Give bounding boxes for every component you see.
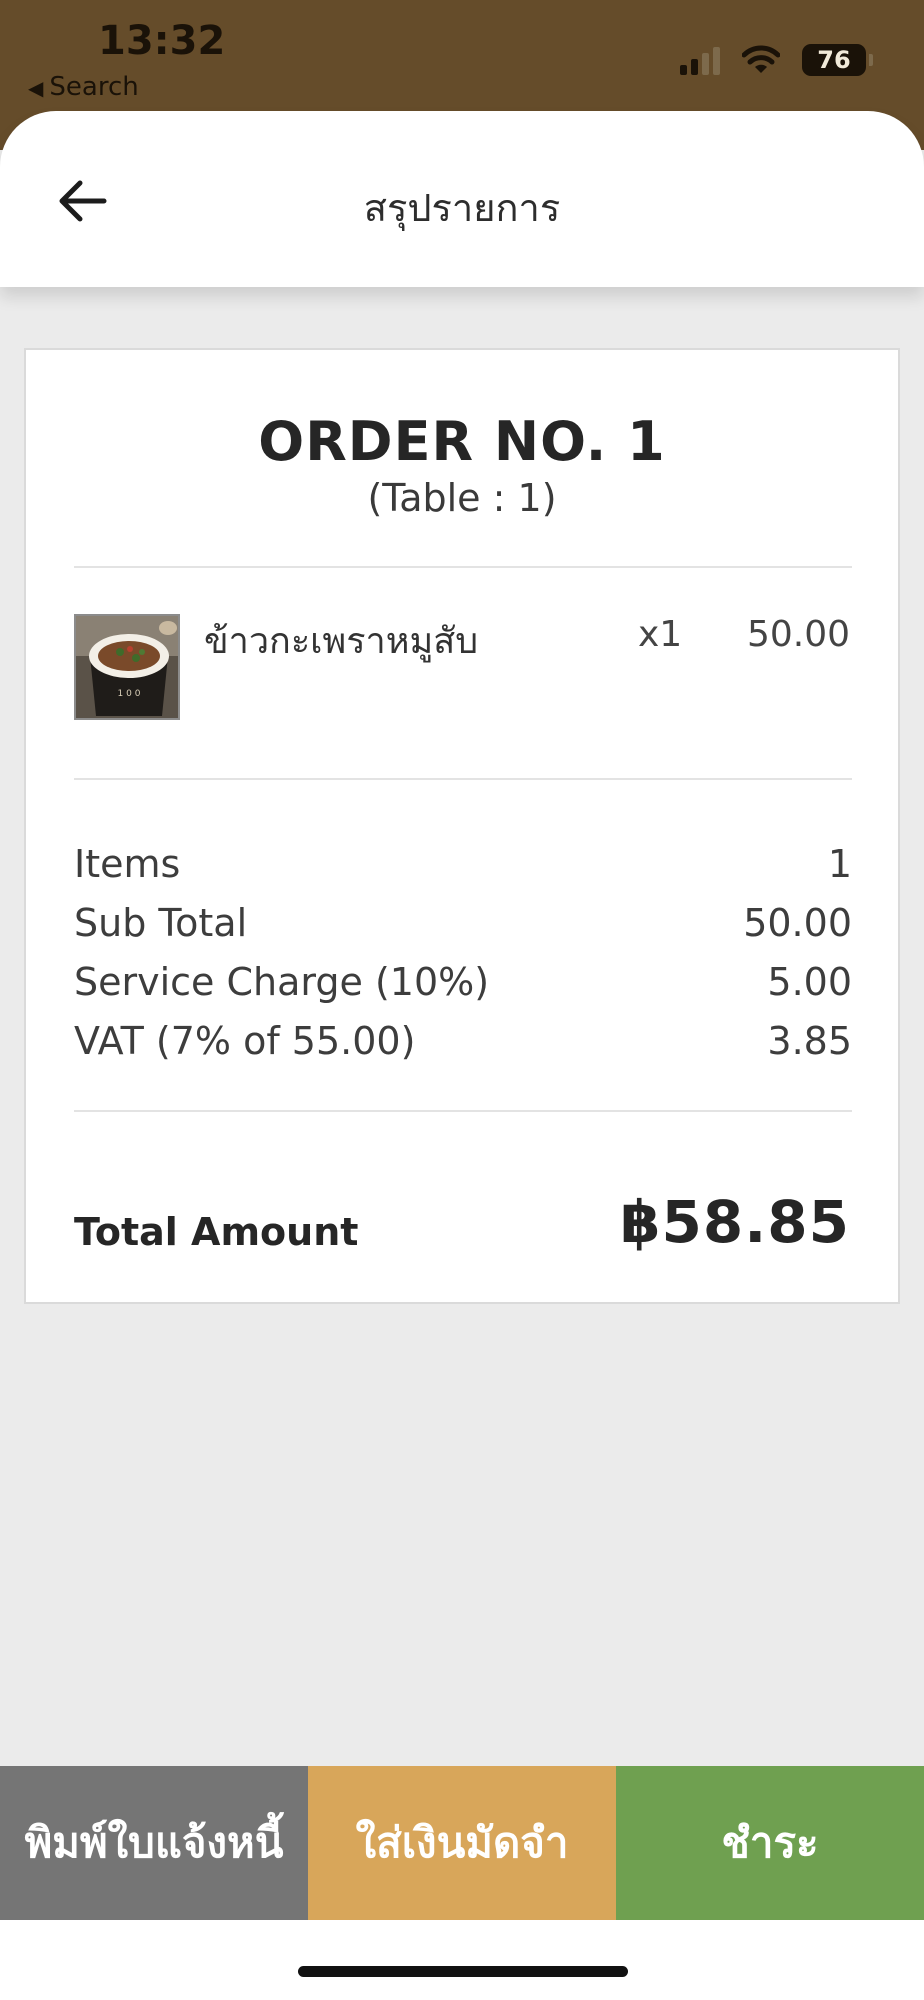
action-bar: พิมพ์ใบแจ้งหนี้ ใส่เงินมัดจำ ชำระ	[0, 1766, 924, 1920]
back-to-search-label: Search	[49, 72, 139, 102]
divider	[74, 1110, 852, 1112]
item-name: ข้าวกะเพราหมูสับ	[204, 621, 479, 662]
summary-items-row: Items 1	[74, 842, 852, 886]
sheet-header: สรุปรายการ	[0, 111, 924, 287]
service-charge-value: 5.00	[767, 960, 852, 1004]
table-number: (Table : 1)	[367, 476, 557, 520]
summary-subtotal-row: Sub Total 50.00	[74, 901, 852, 945]
svg-text:1 0 0: 1 0 0	[118, 689, 141, 699]
item-price: 50.00	[746, 614, 850, 655]
battery-icon: 76	[802, 44, 873, 76]
item-quantity: x1	[638, 614, 683, 655]
back-triangle-icon: ◀	[28, 76, 44, 100]
subtotal-value: 50.00	[743, 901, 852, 945]
summary-vat-row: VAT (7% of 55.00) 3.85	[74, 1019, 852, 1063]
food-bowl-image: 1 0 0	[74, 614, 180, 720]
back-to-search-link[interactable]: ◀ Search	[28, 72, 139, 102]
items-value: 1	[827, 842, 852, 886]
status-icons: 76	[680, 44, 873, 76]
home-area	[0, 1920, 924, 2000]
order-summary-card: ORDER NO. 1 (Table : 1) 1 0 0 ข้าวกะเพรา…	[24, 348, 900, 1304]
pay-button[interactable]: ชำระ	[616, 1766, 924, 1920]
service-charge-label: Service Charge (10%)	[74, 960, 490, 1004]
items-label: Items	[74, 842, 181, 886]
vat-value: 3.85	[767, 1019, 852, 1063]
status-time: 13:32	[98, 18, 226, 64]
print-invoice-button[interactable]: พิมพ์ใบแจ้งหนี้	[0, 1766, 308, 1920]
divider	[74, 778, 852, 780]
divider	[74, 566, 852, 568]
wifi-icon	[742, 45, 780, 73]
home-indicator[interactable]	[298, 1966, 628, 1977]
total-amount-value: ฿58.85	[620, 1188, 850, 1256]
food-bowl-icon: 1 0 0	[76, 616, 178, 718]
total-amount-label: Total Amount	[74, 1210, 359, 1254]
cellular-signal-icon	[680, 45, 720, 75]
subtotal-label: Sub Total	[74, 901, 248, 945]
add-deposit-button[interactable]: ใส่เงินมัดจำ	[308, 1766, 616, 1920]
vat-label: VAT (7% of 55.00)	[74, 1019, 416, 1063]
summary-service-charge-row: Service Charge (10%) 5.00	[74, 960, 852, 1004]
order-number: ORDER NO. 1	[258, 410, 666, 473]
page-title: สรุปรายการ	[363, 186, 561, 230]
